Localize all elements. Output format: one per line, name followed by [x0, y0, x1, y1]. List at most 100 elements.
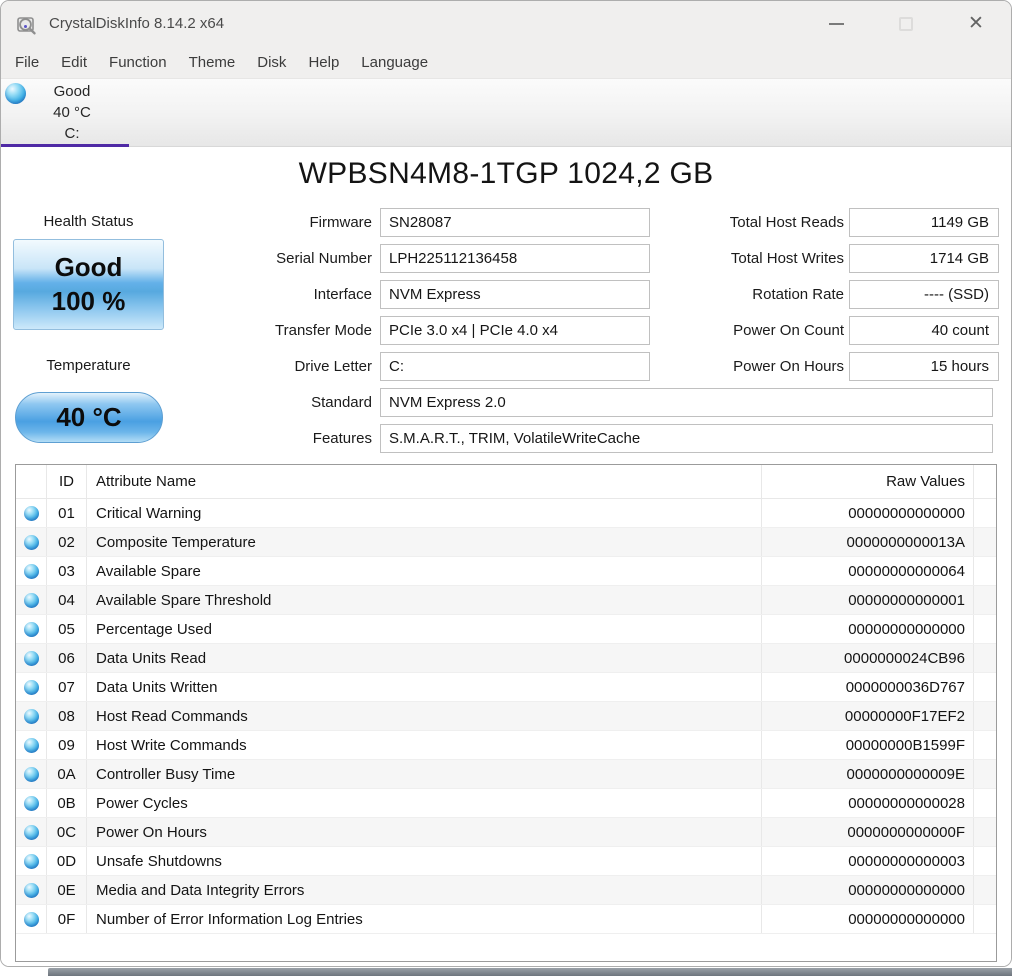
status-orb-icon: [23, 766, 39, 782]
smart-attribute-row[interactable]: 03 Available Spare 00000000000064: [16, 557, 996, 586]
header-raw-values: Raw Values: [762, 465, 974, 498]
field-value: SN28087: [380, 207, 650, 237]
smart-attribute-row[interactable]: 02 Composite Temperature 0000000000013A: [16, 528, 996, 557]
row-status-cell: [16, 789, 47, 817]
status-orb-icon: [23, 679, 39, 695]
row-status-cell: [16, 586, 47, 614]
menu-item[interactable]: Theme: [178, 54, 247, 71]
field-label: Power On Hours: [733, 357, 844, 375]
field-label: Rotation Rate: [752, 285, 844, 303]
attribute-name: Data Units Written: [87, 673, 762, 701]
attribute-name: Data Units Read: [87, 644, 762, 672]
status-orb-icon: [23, 824, 39, 840]
field-value: 15 hours: [849, 351, 999, 381]
smart-attribute-row[interactable]: 07 Data Units Written 0000000036D767: [16, 673, 996, 702]
attribute-name: Composite Temperature: [87, 528, 762, 556]
minimize-button[interactable]: [801, 1, 871, 46]
window-controls: ✕: [801, 1, 1011, 46]
header-status-cell: [16, 465, 47, 498]
attribute-raw-value: 00000000000000: [762, 615, 974, 643]
smart-attribute-row[interactable]: 0D Unsafe Shutdowns 00000000000003: [16, 847, 996, 876]
field-value: ---- (SSD): [849, 279, 999, 309]
status-orb-icon: [23, 795, 39, 811]
maximize-button[interactable]: [871, 1, 941, 46]
row-status-cell: [16, 615, 47, 643]
menu-item[interactable]: File: [4, 54, 50, 71]
smart-attribute-row[interactable]: 04 Available Spare Threshold 00000000000…: [16, 586, 996, 615]
attribute-raw-value: 00000000000003: [762, 847, 974, 875]
menu-item[interactable]: Function: [98, 54, 178, 71]
attribute-name: Media and Data Integrity Errors: [87, 876, 762, 904]
taskbar-edge: [48, 968, 1012, 976]
smart-attribute-row[interactable]: 05 Percentage Used 00000000000000: [16, 615, 996, 644]
row-status-cell: [16, 702, 47, 730]
minimize-icon: [828, 22, 844, 25]
attribute-id: 02: [47, 528, 87, 556]
status-orb-icon: [23, 708, 39, 724]
field-label: Interface: [313, 285, 372, 303]
field-value: NVM Express: [380, 279, 650, 309]
field-value: PCIe 3.0 x4 | PCIe 4.0 x4: [380, 315, 650, 345]
header-id: ID: [47, 465, 87, 498]
attribute-raw-value: 00000000000028: [762, 789, 974, 817]
attribute-id: 01: [47, 499, 87, 527]
row-status-cell: [16, 905, 47, 933]
attribute-raw-value: 0000000036D767: [762, 673, 974, 701]
smart-attribute-row[interactable]: 09 Host Write Commands 00000000B1599F: [16, 731, 996, 760]
attribute-name: Available Spare: [87, 557, 762, 585]
menu-item[interactable]: Disk: [246, 54, 297, 71]
row-status-cell: [16, 644, 47, 672]
row-status-cell: [16, 847, 47, 875]
attribute-name: Available Spare Threshold: [87, 586, 762, 614]
main-content: WPBSN4M8-1TGP 1024,2 GB Health Status Go…: [1, 147, 1011, 966]
window-title: CrystalDiskInfo 8.14.2 x64: [49, 15, 225, 32]
attribute-name: Host Write Commands: [87, 731, 762, 759]
smart-attribute-row[interactable]: 0A Controller Busy Time 0000000000009E: [16, 760, 996, 789]
close-button[interactable]: ✕: [941, 1, 1011, 46]
smart-attribute-row[interactable]: 0B Power Cycles 00000000000028: [16, 789, 996, 818]
status-orb-icon: [23, 621, 39, 637]
attribute-id: 06: [47, 644, 87, 672]
menu-item[interactable]: Language: [350, 54, 439, 71]
smart-attribute-row[interactable]: 08 Host Read Commands 00000000F17EF2: [16, 702, 996, 731]
drive-tab-text: Good 40 °C C:: [15, 81, 129, 144]
smart-attribute-row[interactable]: 06 Data Units Read 0000000024CB96: [16, 644, 996, 673]
smart-table: ID Attribute Name Raw Values 01 Critical…: [15, 464, 997, 962]
field-value: 1149 GB: [849, 207, 999, 237]
attribute-id: 08: [47, 702, 87, 730]
smart-attribute-row[interactable]: 0E Media and Data Integrity Errors 00000…: [16, 876, 996, 905]
drive-tab-status: Good: [53, 83, 91, 100]
status-orb-icon: [23, 911, 39, 927]
field-row: Total Host Reads 1149 GB: [661, 204, 999, 240]
status-orb-icon: [23, 650, 39, 666]
field-label: Drive Letter: [294, 357, 372, 375]
field-label: Transfer Mode: [275, 321, 372, 339]
maximize-icon: [899, 16, 913, 31]
menu-item[interactable]: Edit: [50, 54, 98, 71]
drive-tab-c[interactable]: Good 40 °C C:: [1, 79, 129, 148]
attribute-id: 05: [47, 615, 87, 643]
smart-attribute-row[interactable]: 0C Power On Hours 0000000000000F: [16, 818, 996, 847]
status-orb-icon: [23, 853, 39, 869]
app-window: CrystalDiskInfo 8.14.2 x64 ✕ File Edit F…: [0, 0, 1012, 967]
smart-table-body: 01 Critical Warning 00000000000000 02 Co…: [16, 499, 996, 934]
field-row: Standard NVM Express 2.0: [1, 384, 999, 420]
attribute-id: 0C: [47, 818, 87, 846]
smart-attribute-row[interactable]: 0F Number of Error Information Log Entri…: [16, 905, 996, 934]
attribute-raw-value: 00000000B1599F: [762, 731, 974, 759]
attribute-id: 0A: [47, 760, 87, 788]
status-orb-icon: [23, 882, 39, 898]
row-status-cell: [16, 673, 47, 701]
field-label: Firmware: [309, 213, 373, 231]
field-label: Serial Number: [276, 249, 372, 267]
attribute-raw-value: 00000000000000: [762, 905, 974, 933]
field-label: Features: [312, 429, 372, 447]
row-status-cell: [16, 499, 47, 527]
field-value: S.M.A.R.T., TRIM, VolatileWriteCache: [380, 423, 993, 453]
smart-attribute-row[interactable]: 01 Critical Warning 00000000000000: [16, 499, 996, 528]
status-orb-icon: [23, 592, 39, 608]
attribute-raw-value: 0000000000013A: [762, 528, 974, 556]
attribute-id: 0B: [47, 789, 87, 817]
menu-item[interactable]: Help: [297, 54, 350, 71]
attribute-name: Percentage Used: [87, 615, 762, 643]
